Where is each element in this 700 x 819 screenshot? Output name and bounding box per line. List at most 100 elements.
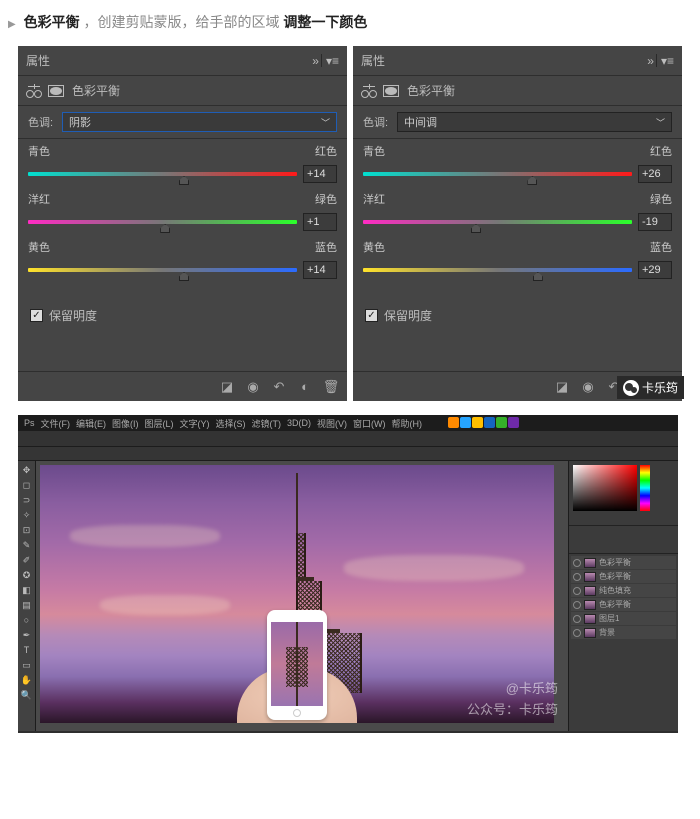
slider-value-input[interactable]: +1	[303, 213, 337, 231]
photoshop-tools-panel[interactable]: ✥ ◻ ⊃ ✧ ⊡ ✎ ✐ ✪ ◧ ▤ ○ ✒ T ▭ ✋ 🔍	[18, 461, 36, 731]
pen-tool-icon[interactable]: ✒	[18, 628, 35, 642]
visibility-icon[interactable]	[573, 559, 581, 567]
panel-tab-label[interactable]: 属性	[361, 52, 385, 69]
menu-item[interactable]: 窗口(W)	[353, 417, 386, 430]
collapse-icon[interactable]: »	[647, 54, 652, 68]
marquee-tool-icon[interactable]: ◻	[18, 478, 35, 492]
visibility-icon[interactable]	[573, 629, 581, 637]
panel-menu-icon[interactable]: ▾≡	[661, 54, 674, 68]
menu-item[interactable]: 帮助(H)	[392, 417, 423, 430]
document-tabs[interactable]	[18, 447, 678, 461]
color-picker-panel[interactable]	[569, 461, 678, 525]
layer-row[interactable]: 色彩平衡	[571, 570, 676, 583]
slider-track[interactable]	[363, 220, 632, 224]
layer-row[interactable]: 色彩平衡	[571, 556, 676, 569]
layer-thumbnail[interactable]	[584, 586, 596, 596]
delete-icon[interactable]: 🗑	[323, 379, 339, 395]
layer-row[interactable]: 背景	[571, 626, 676, 639]
layer-name[interactable]: 色彩平衡	[599, 599, 631, 610]
menu-item[interactable]: 图层(L)	[145, 417, 174, 430]
tone-select[interactable]: 阴影 ﹀	[62, 112, 337, 132]
layer-mask-icon[interactable]	[48, 85, 64, 97]
gradient-tool-icon[interactable]: ▤	[18, 598, 35, 612]
layers-panel[interactable]: 色彩平衡 色彩平衡 纯色填充 色彩平衡 图层1 背景	[569, 553, 678, 731]
slider-thumb[interactable]	[527, 176, 537, 185]
slider-track[interactable]	[28, 220, 297, 224]
collapse-icon[interactable]: »	[312, 54, 317, 68]
layer-row[interactable]: 图层1	[571, 612, 676, 625]
slider-track[interactable]	[363, 268, 632, 272]
preserve-luminosity-row[interactable]: ✓ 保留明度	[18, 297, 347, 334]
slider-track[interactable]	[28, 268, 297, 272]
panel-tab-label[interactable]: 属性	[26, 52, 50, 69]
hand-tool-icon[interactable]: ✋	[18, 673, 35, 687]
tone-select[interactable]: 中间调 ﹀	[397, 112, 672, 132]
layer-thumbnail[interactable]	[584, 558, 596, 568]
menu-item[interactable]: 选择(S)	[216, 417, 246, 430]
hue-slider[interactable]	[640, 465, 650, 511]
menu-item[interactable]: 视图(V)	[317, 417, 347, 430]
layer-row[interactable]: 纯色填充	[571, 584, 676, 597]
layer-thumbnail[interactable]	[584, 600, 596, 610]
slider-thumb[interactable]	[533, 272, 543, 281]
menu-item[interactable]: Ps	[24, 418, 35, 428]
layer-mask-icon[interactable]	[383, 85, 399, 97]
layer-name[interactable]: 纯色填充	[599, 585, 631, 596]
photoshop-options-bar[interactable]	[18, 431, 678, 447]
slider-track[interactable]	[28, 172, 297, 176]
clip-mask-icon[interactable]: ◪	[554, 379, 570, 395]
slider-thumb[interactable]	[179, 176, 189, 185]
crop-tool-icon[interactable]: ⊡	[18, 523, 35, 537]
layer-row[interactable]: 色彩平衡	[571, 598, 676, 611]
checkbox[interactable]: ✓	[365, 309, 378, 322]
preserve-luminosity-row[interactable]: ✓ 保留明度	[353, 297, 682, 334]
wand-tool-icon[interactable]: ✧	[18, 508, 35, 522]
menu-item[interactable]: 3D(D)	[287, 418, 311, 428]
view-previous-icon[interactable]: ◉	[580, 379, 596, 395]
menu-item[interactable]: 滤镜(T)	[252, 417, 282, 430]
toggle-visibility-icon[interactable]: ◐	[297, 379, 313, 395]
menu-item[interactable]: 编辑(E)	[76, 417, 106, 430]
panel-tab-bar[interactable]: 属性 » ▾≡	[353, 46, 682, 76]
menu-item[interactable]: 文件(F)	[41, 417, 71, 430]
layer-name[interactable]: 色彩平衡	[599, 557, 631, 568]
slider-thumb[interactable]	[160, 224, 170, 233]
layer-name[interactable]: 色彩平衡	[599, 571, 631, 582]
eyedropper-tool-icon[interactable]: ✎	[18, 538, 35, 552]
slider-value-input[interactable]: +29	[638, 261, 672, 279]
layer-thumbnail[interactable]	[584, 628, 596, 638]
reset-icon[interactable]: ↶	[271, 379, 287, 395]
type-tool-icon[interactable]: T	[18, 643, 35, 657]
menu-item[interactable]: 图像(I)	[112, 417, 139, 430]
slider-value-input[interactable]: +14	[303, 165, 337, 183]
slider-value-input[interactable]: +14	[303, 261, 337, 279]
swatches-panel[interactable]	[569, 525, 678, 553]
checkbox[interactable]: ✓	[30, 309, 43, 322]
slider-value-input[interactable]: -19	[638, 213, 672, 231]
eraser-tool-icon[interactable]: ◧	[18, 583, 35, 597]
visibility-icon[interactable]	[573, 573, 581, 581]
menu-item[interactable]: 文字(Y)	[180, 417, 210, 430]
visibility-icon[interactable]	[573, 587, 581, 595]
layer-thumbnail[interactable]	[584, 614, 596, 624]
slider-thumb[interactable]	[471, 224, 481, 233]
lasso-tool-icon[interactable]: ⊃	[18, 493, 35, 507]
view-previous-icon[interactable]: ◉	[245, 379, 261, 395]
zoom-tool-icon[interactable]: 🔍	[18, 688, 35, 702]
stamp-tool-icon[interactable]: ✪	[18, 568, 35, 582]
visibility-icon[interactable]	[573, 601, 581, 609]
photoshop-menu-bar[interactable]: Ps 文件(F) 编辑(E) 图像(I) 图层(L) 文字(Y) 选择(S) 滤镜(T) 3D(…	[18, 415, 678, 431]
photoshop-right-panels[interactable]: 色彩平衡 色彩平衡 纯色填充 色彩平衡 图层1 背景	[568, 461, 678, 731]
slider-thumb[interactable]	[179, 272, 189, 281]
panel-menu-icon[interactable]: ▾≡	[326, 54, 339, 68]
panel-tab-bar[interactable]: 属性 » ▾≡	[18, 46, 347, 76]
brush-tool-icon[interactable]: ✐	[18, 553, 35, 567]
slider-track[interactable]	[363, 172, 632, 176]
clip-mask-icon[interactable]: ◪	[219, 379, 235, 395]
layer-name[interactable]: 背景	[599, 627, 615, 638]
slider-value-input[interactable]: +26	[638, 165, 672, 183]
layer-thumbnail[interactable]	[584, 572, 596, 582]
dodge-tool-icon[interactable]: ○	[18, 613, 35, 627]
color-field[interactable]	[573, 465, 637, 511]
shape-tool-icon[interactable]: ▭	[18, 658, 35, 672]
